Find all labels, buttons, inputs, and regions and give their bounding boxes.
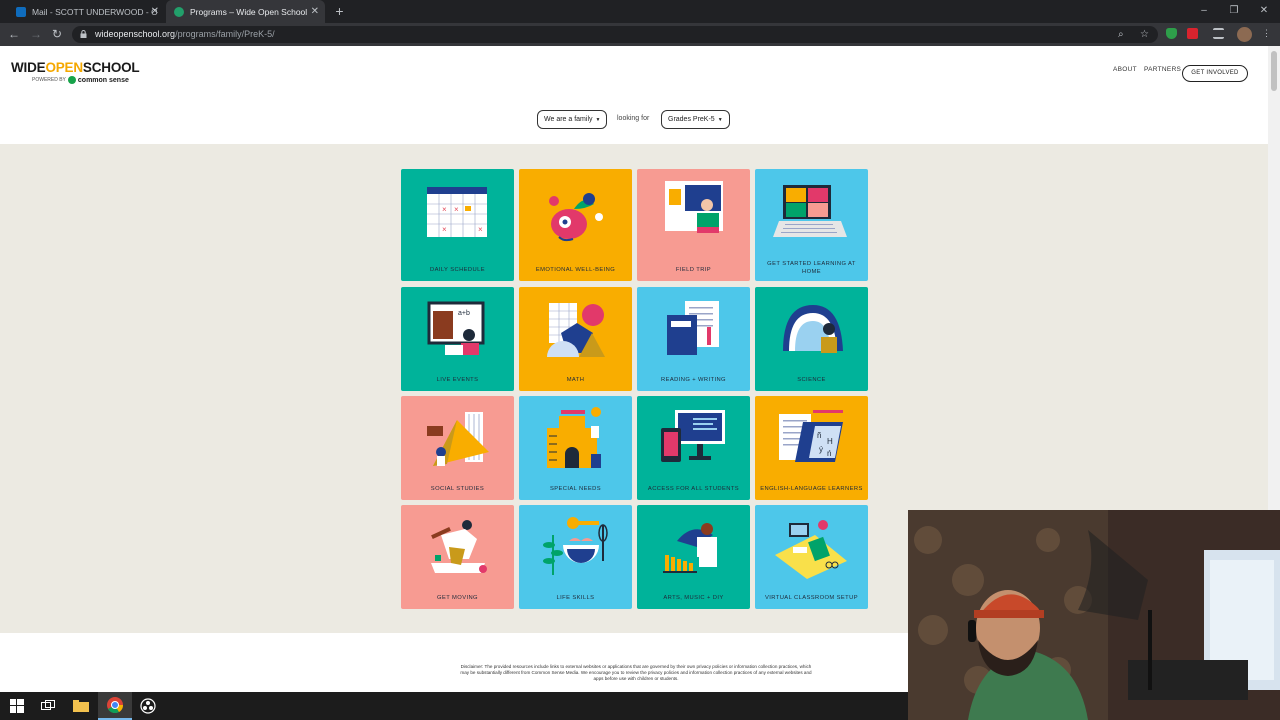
tab-title: Mail - SCOTT UNDERWOOD - O bbox=[31, 6, 157, 17]
tile-special-needs[interactable]: SPECIAL NEEDS bbox=[519, 396, 632, 500]
task-view-icon bbox=[41, 700, 55, 710]
tile-daily-schedule[interactable]: × × × × DAILY SCHEDULE bbox=[401, 169, 514, 281]
menu-icon[interactable]: ⋮ bbox=[1262, 28, 1271, 39]
zoom-icon[interactable]: ⌕ bbox=[1118, 26, 1124, 43]
restore-button[interactable]: ❐ bbox=[1218, 0, 1250, 23]
new-tab-button[interactable]: + bbox=[331, 3, 348, 20]
museum-visitor-icon bbox=[665, 181, 723, 233]
address-bar[interactable]: wideopenschool.org/programs/family/PreK-… bbox=[72, 26, 1158, 43]
outlook-icon bbox=[16, 6, 26, 17]
wide-open-school-icon bbox=[174, 6, 184, 17]
browser-toolbar: ← → ↻ wideopenschool.org/programs/family… bbox=[0, 23, 1280, 46]
svg-text:H: H bbox=[827, 437, 833, 446]
tile-label: ENGLISH-LANGUAGE LEARNERS bbox=[760, 486, 863, 492]
back-icon[interactable]: ← bbox=[5, 26, 23, 43]
tile-arts-music-diy[interactable]: ARTS, MUSIC + DIY bbox=[637, 505, 750, 609]
tile-live-events[interactable]: a+b LIVE EVENTS bbox=[401, 287, 514, 391]
svg-text:×: × bbox=[478, 225, 483, 234]
tile-label: LIVE EVENTS bbox=[436, 377, 479, 383]
disclaimer-text: Disclaimer: The provided resources inclu… bbox=[460, 664, 812, 681]
tile-label: GET STARTED LEARNING AT HOME bbox=[767, 261, 856, 275]
bookmark-star-icon[interactable]: ☆ bbox=[1140, 26, 1149, 43]
tile-label: EMOTIONAL WELL-BEING bbox=[535, 267, 616, 273]
tab-mail[interactable]: Mail - SCOTT UNDERWOOD - O ✕ bbox=[8, 0, 165, 23]
tile-label: ACCESS FOR ALL STUDENTS bbox=[647, 486, 740, 492]
close-icon[interactable]: ✕ bbox=[151, 6, 159, 17]
url-text: wideopenschool.org/programs/family/PreK-… bbox=[95, 29, 275, 39]
tile-social-studies[interactable]: SOCIAL STUDIES bbox=[401, 396, 514, 500]
svg-text:×: × bbox=[442, 205, 447, 214]
flowers-face-icon bbox=[549, 193, 603, 242]
site-logo[interactable]: WIDEOPENSCHOOL POWERED BY common sense bbox=[11, 60, 140, 84]
obs-taskbar-button[interactable] bbox=[131, 692, 165, 720]
logo-tagline: POWERED BY common sense bbox=[32, 76, 129, 84]
tile-label: SOCIAL STUDIES bbox=[430, 486, 485, 492]
minimize-button[interactable]: – bbox=[1188, 0, 1220, 23]
tile-science[interactable]: SCIENCE bbox=[755, 287, 868, 391]
close-icon[interactable]: ✕ bbox=[311, 6, 319, 17]
file-explorer-button[interactable] bbox=[64, 692, 98, 720]
audience-select[interactable]: We are a family ▼ bbox=[537, 110, 608, 129]
tile-label: SPECIAL NEEDS bbox=[549, 486, 602, 492]
svg-text:a+b: a+b bbox=[458, 310, 470, 317]
tile-label: FIELD TRIP bbox=[675, 267, 712, 273]
media-controls-icon[interactable] bbox=[1213, 28, 1224, 39]
tile-access-for-all[interactable]: ACCESS FOR ALL STUDENTS bbox=[637, 396, 750, 500]
tile-label: READING + WRITING bbox=[661, 377, 726, 383]
reload-icon[interactable]: ↻ bbox=[48, 26, 66, 43]
nav-about[interactable]: ABOUT bbox=[1113, 66, 1137, 73]
start-button[interactable] bbox=[0, 692, 34, 720]
task-view-button[interactable] bbox=[31, 692, 65, 720]
tile-reading-writing[interactable]: READING + WRITING bbox=[637, 287, 750, 391]
tile-english-language-learners[interactable]: ñH ýń ENGLISH-LANGUAGE LEARNERS bbox=[755, 396, 868, 500]
grades-select[interactable]: Grades PreK-5 ▼ bbox=[661, 110, 730, 129]
tile-label: LIFE SKILLS bbox=[556, 595, 595, 601]
svg-text:×: × bbox=[454, 205, 459, 214]
tile-label: SCIENCE bbox=[797, 377, 826, 383]
browser-tab-strip: Mail - SCOTT UNDERWOOD - O ✕ Programs – … bbox=[0, 0, 1280, 23]
tile-label: VIRTUAL CLASSROOM SETUP bbox=[765, 595, 858, 601]
lock-icon bbox=[80, 30, 87, 38]
tab-title: Programs – Wide Open School bbox=[190, 6, 308, 17]
windows-logo-icon bbox=[10, 699, 24, 713]
tile-emotional-well-being[interactable]: EMOTIONAL WELL-BEING bbox=[519, 169, 632, 281]
tile-field-trip[interactable]: FIELD TRIP bbox=[637, 169, 750, 281]
windows-taskbar bbox=[0, 692, 908, 720]
looking-for-label: looking for bbox=[617, 115, 650, 122]
svg-text:ń: ń bbox=[827, 449, 831, 458]
adblock-extension-icon[interactable] bbox=[1187, 28, 1198, 39]
chrome-icon bbox=[107, 697, 123, 713]
svg-text:×: × bbox=[442, 225, 447, 234]
tile-get-moving[interactable]: GET MOVING bbox=[401, 505, 514, 609]
avatar[interactable] bbox=[1237, 27, 1252, 42]
obs-icon bbox=[140, 698, 156, 714]
webcam-overlay bbox=[908, 510, 1280, 720]
tile-label: MATH bbox=[566, 377, 585, 383]
calendar-icon: × × × × bbox=[427, 187, 487, 237]
tile-label: DAILY SCHEDULE bbox=[430, 267, 485, 273]
common-sense-check-icon bbox=[67, 76, 76, 84]
chrome-taskbar-button[interactable] bbox=[98, 692, 132, 720]
tab-programs[interactable]: Programs – Wide Open School ✕ bbox=[166, 0, 325, 23]
tile-get-started-learning[interactable]: GET STARTED LEARNING AT HOME bbox=[755, 169, 868, 281]
tile-label: GET MOVING bbox=[437, 595, 478, 601]
nav-partners[interactable]: PARTNERS bbox=[1144, 66, 1181, 73]
shield-extension-icon[interactable] bbox=[1166, 28, 1177, 39]
logo-wordmark: WIDEOPENSCHOOL bbox=[11, 60, 140, 75]
caret-down-icon: ▼ bbox=[595, 117, 601, 123]
folder-icon bbox=[73, 700, 89, 712]
tile-math[interactable]: MATH bbox=[519, 287, 632, 391]
get-involved-button[interactable]: GET INVOLVED bbox=[1182, 65, 1248, 82]
svg-text:ñ: ñ bbox=[817, 431, 821, 440]
webcam-presenter-image bbox=[908, 510, 1280, 720]
scrollbar-thumb[interactable] bbox=[1271, 51, 1277, 91]
svg-text:ý: ý bbox=[819, 445, 823, 454]
tile-life-skills[interactable]: LIFE SKILLS bbox=[519, 505, 632, 609]
forward-icon[interactable]: → bbox=[27, 26, 45, 43]
close-window-button[interactable]: ✕ bbox=[1248, 0, 1280, 23]
caret-down-icon: ▼ bbox=[717, 117, 723, 123]
tile-virtual-classroom-setup[interactable]: VIRTUAL CLASSROOM SETUP bbox=[755, 505, 868, 609]
tile-label: ARTS, MUSIC + DIY bbox=[663, 595, 724, 601]
